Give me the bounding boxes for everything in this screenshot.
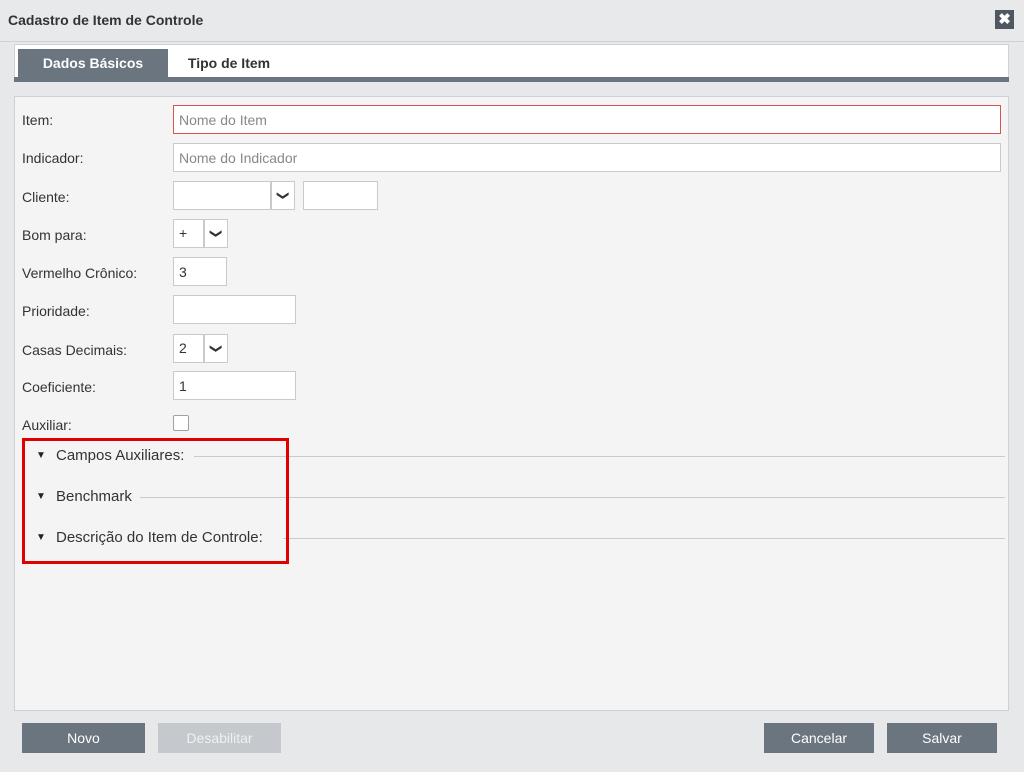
novo-button[interactable]: Novo [22,723,145,753]
desabilitar-button[interactable]: Desabilitar [158,723,281,753]
chevron-down-icon[interactable]: ❯ [204,334,228,363]
casas-decimais-select[interactable]: 2 [173,334,204,363]
auxiliar-checkbox[interactable] [173,415,189,431]
cliente-label: Cliente: [22,189,70,205]
indicador-label: Indicador: [22,150,84,166]
vermelho-cronico-label: Vermelho Crônico: [22,265,138,281]
cliente-select[interactable] [173,181,271,210]
cliente-code-input[interactable] [303,181,378,210]
item-label: Item: [22,112,54,128]
prioridade-label: Prioridade: [22,303,90,319]
indicador-input[interactable] [173,143,1001,172]
casas-decimais-label: Casas Decimais: [22,342,128,358]
chevron-down-icon[interactable]: ❯ [271,181,295,210]
salvar-button[interactable]: Salvar [887,723,997,753]
coeficiente-label: Coeficiente: [22,379,96,395]
bom-para-label: Bom para: [22,227,87,243]
auxiliar-label: Auxiliar: [22,417,72,433]
tab-dados-basicos[interactable]: Dados Básicos [18,49,168,77]
close-icon[interactable]: ✖ [995,10,1014,29]
dialog-title: Cadastro de Item de Controle [8,12,204,28]
vermelho-cronico-input[interactable] [173,257,227,286]
chevron-down-icon[interactable]: ❯ [204,219,228,248]
prioridade-input[interactable] [173,295,296,324]
coeficiente-input[interactable] [173,371,296,400]
dialog-titlebar: Cadastro de Item de Controle ✖ [0,0,1024,42]
form-panel [14,96,1009,711]
section-divider [283,538,1005,539]
cancelar-button[interactable]: Cancelar [764,723,874,753]
section-divider [194,456,1005,457]
annotation-highlight-box [22,438,289,564]
tab-underline [14,77,1009,82]
bom-para-select[interactable]: + [173,219,204,248]
tab-tipo-de-item[interactable]: Tipo de Item [173,49,285,77]
item-input[interactable] [173,105,1001,134]
